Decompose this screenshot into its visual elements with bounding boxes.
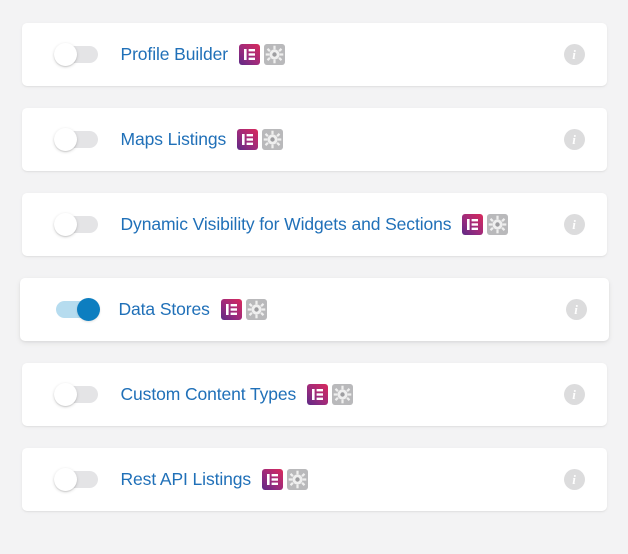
elementor-icon — [262, 469, 283, 490]
elementor-icon — [462, 214, 483, 235]
addon-toggle[interactable] — [53, 128, 98, 151]
gear-badge-icon — [262, 129, 283, 150]
addon-badges — [237, 129, 283, 150]
addon-row[interactable]: Maps Listings i — [21, 108, 607, 171]
toggle-knob — [53, 128, 77, 151]
info-wrapper: i — [565, 299, 587, 320]
elementor-icon — [221, 299, 242, 320]
addon-badges — [239, 44, 285, 65]
addon-badges — [221, 299, 267, 320]
toggle-knob — [76, 298, 100, 321]
info-icon[interactable]: i — [563, 384, 585, 405]
addon-badges — [462, 214, 508, 235]
elementor-icon — [307, 384, 328, 405]
toggle-knob — [53, 213, 77, 236]
addon-toggle[interactable] — [53, 468, 98, 491]
toggle-knob — [53, 468, 77, 491]
gear-badge-icon — [246, 299, 267, 320]
gear-badge-icon — [264, 44, 285, 65]
addon-label[interactable]: Maps Listings — [121, 129, 227, 150]
info-icon[interactable]: i — [563, 214, 585, 235]
addon-badges — [307, 384, 353, 405]
addon-toggle[interactable] — [53, 213, 98, 236]
addon-row[interactable]: Custom Content Types i — [21, 363, 607, 426]
info-icon[interactable]: i — [563, 129, 585, 150]
info-wrapper: i — [563, 469, 585, 490]
info-wrapper: i — [563, 129, 585, 150]
info-wrapper: i — [563, 214, 585, 235]
info-wrapper: i — [563, 44, 585, 65]
addon-row[interactable]: Profile Builder i — [21, 23, 607, 86]
addon-row[interactable]: Data Stores i — [19, 278, 609, 341]
addon-badges — [262, 469, 308, 490]
addon-label[interactable]: Data Stores — [119, 299, 210, 320]
toggle-knob — [53, 43, 77, 66]
gear-badge-icon — [487, 214, 508, 235]
addon-label[interactable]: Profile Builder — [121, 44, 229, 65]
addon-toggle[interactable] — [53, 43, 98, 66]
addons-list: Profile Builder i Maps Listings i Dynamic Vi… — [0, 0, 628, 554]
addon-row[interactable]: Dynamic Visibility for Widgets and Secti… — [21, 193, 607, 256]
addon-row[interactable]: Rest API Listings i — [21, 448, 607, 511]
gear-badge-icon — [287, 469, 308, 490]
toggle-knob — [53, 383, 77, 406]
addon-toggle[interactable] — [55, 298, 100, 321]
info-wrapper: i — [563, 384, 585, 405]
info-icon[interactable]: i — [563, 44, 585, 65]
info-icon[interactable]: i — [565, 299, 587, 320]
addon-toggle[interactable] — [53, 383, 98, 406]
elementor-icon — [239, 44, 260, 65]
addon-label[interactable]: Rest API Listings — [121, 469, 252, 490]
addon-label[interactable]: Dynamic Visibility for Widgets and Secti… — [121, 214, 452, 235]
info-icon[interactable]: i — [563, 469, 585, 490]
gear-badge-icon — [332, 384, 353, 405]
elementor-icon — [237, 129, 258, 150]
addon-label[interactable]: Custom Content Types — [121, 384, 297, 405]
